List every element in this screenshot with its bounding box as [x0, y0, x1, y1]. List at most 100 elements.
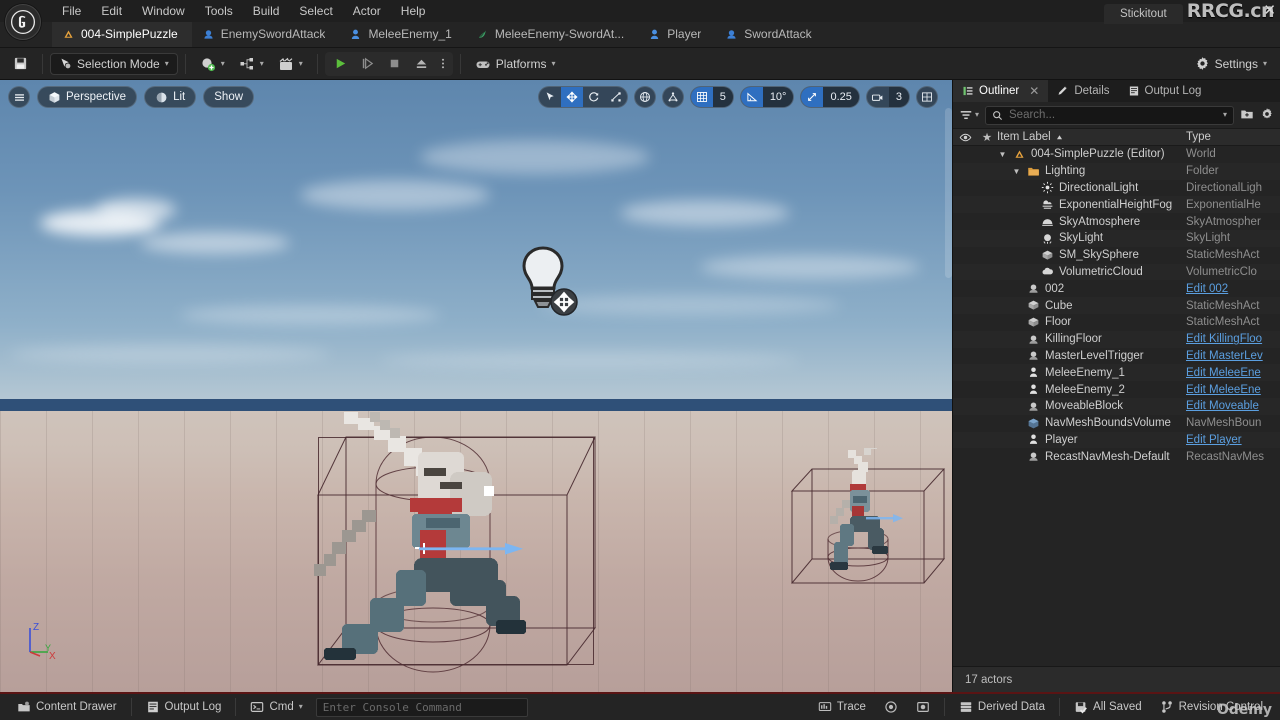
show-menu-button[interactable]: Show	[203, 86, 255, 108]
menu-window[interactable]: Window	[132, 1, 195, 21]
outliner-row-type[interactable]: Edit Player	[1186, 434, 1280, 446]
menu-help[interactable]: Help	[391, 1, 436, 21]
outliner-row[interactable]: RecastNavMesh-Default RecastNavMes	[953, 448, 1280, 465]
status-output-log-button[interactable]: Output Log	[137, 696, 231, 718]
derived-data-button[interactable]: Derived Data	[950, 696, 1054, 718]
outliner-row[interactable]: ▼ 004-SimplePuzzle (Editor) World	[953, 146, 1280, 163]
camera-speed-toggle[interactable]	[867, 87, 889, 107]
outliner-row-type[interactable]: Edit MeleeEne	[1186, 367, 1280, 379]
tab-outliner[interactable]: Outliner ✕	[953, 80, 1049, 102]
outliner-row[interactable]: DirectionalLight DirectionalLigh	[953, 180, 1280, 197]
unreal-engine-logo-icon[interactable]	[5, 4, 41, 40]
scale-snap-toggle[interactable]	[801, 87, 824, 107]
outliner-row[interactable]: ExponentialHeightFog ExponentialHe	[953, 196, 1280, 214]
eject-button[interactable]	[408, 52, 435, 76]
outliner-row[interactable]: MasterLevelTrigger Edit MasterLev	[953, 348, 1280, 365]
rotate-tool-button[interactable]	[583, 87, 605, 107]
tab-player[interactable]: Player	[638, 21, 715, 47]
tab-output-log[interactable]: Output Log	[1119, 80, 1211, 102]
twisty-expanded-icon[interactable]: ▼	[997, 150, 1008, 159]
play-more-options-button[interactable]	[435, 52, 451, 76]
skip-button[interactable]	[354, 52, 381, 76]
add-actor-button[interactable]: ▾	[193, 52, 232, 76]
platforms-button[interactable]: Platforms ▾	[468, 52, 563, 76]
content-drawer-button[interactable]: Content Drawer	[8, 696, 126, 718]
chevron-down-icon[interactable]: ▾	[1223, 111, 1227, 119]
grid-snap-toggle[interactable]	[690, 87, 713, 107]
surface-snapping-button[interactable]	[661, 86, 684, 108]
level-viewport[interactable]: Perspective Lit Show 5 10° 0.25 3 Z Y X	[0, 80, 952, 692]
outliner-row-type[interactable]: Edit MeleeEne	[1186, 384, 1280, 396]
viewport-layout-button[interactable]	[916, 86, 938, 108]
outliner-row[interactable]: MeleeEnemy_2 Edit MeleeEne	[953, 381, 1280, 398]
outliner-tree[interactable]: ▼ 004-SimplePuzzle (Editor) World ▼ Ligh…	[953, 146, 1280, 666]
console-command-box[interactable]	[315, 697, 528, 717]
visibility-column-header[interactable]	[953, 131, 977, 144]
selection-mode-button[interactable]: Selection Mode ▾	[50, 52, 178, 75]
outliner-row[interactable]: NavMeshBoundsVolume NavMeshBoun	[953, 415, 1280, 432]
outliner-row-type[interactable]: Edit 002	[1186, 283, 1280, 295]
outliner-row[interactable]: MoveableBlock Edit Moveable	[953, 397, 1280, 415]
type-column-header[interactable]: Type	[1186, 131, 1280, 143]
console-command-input[interactable]	[322, 700, 521, 714]
search-box[interactable]: ▾	[985, 105, 1234, 125]
select-tool-button[interactable]	[539, 87, 561, 107]
camera-speed-value[interactable]: 3	[888, 87, 909, 107]
tab-enemyswordattack[interactable]: EnemySwordAttack	[192, 21, 340, 47]
tab-details[interactable]: Details	[1048, 80, 1118, 102]
scale-tool-button[interactable]	[605, 87, 627, 107]
filter-button[interactable]: ▾	[959, 108, 979, 122]
outliner-row[interactable]: KillingFloor Edit KillingFloo	[953, 330, 1280, 348]
outliner-row-type[interactable]: Edit KillingFloo	[1186, 333, 1280, 345]
outliner-row-type[interactable]: Edit MasterLev	[1186, 350, 1280, 362]
angle-snap-value[interactable]: 10°	[762, 87, 794, 107]
new-folder-button[interactable]	[1240, 107, 1254, 124]
close-icon[interactable]: ✕	[1263, 1, 1276, 19]
menu-edit[interactable]: Edit	[91, 1, 132, 21]
item-label-column-header[interactable]: Item Label	[997, 131, 1186, 143]
blueprints-button[interactable]: ▾	[232, 52, 271, 76]
close-icon[interactable]: ✕	[1029, 84, 1039, 98]
light-bulb-sprite-icon[interactable]	[513, 242, 579, 323]
settings-button[interactable]: Settings ▾	[1188, 52, 1274, 76]
menu-actor[interactable]: Actor	[343, 1, 391, 21]
outliner-row[interactable]: SkyAtmosphere SkyAtmospher	[953, 213, 1280, 230]
twisty-expanded-icon[interactable]: ▼	[1011, 167, 1022, 176]
outliner-row[interactable]: Cube StaticMeshAct	[953, 297, 1280, 314]
outliner-row[interactable]: 002 Edit 002	[953, 280, 1280, 297]
outliner-settings-button[interactable]	[1260, 107, 1274, 124]
scale-snap-value[interactable]: 0.25	[823, 87, 859, 107]
tab-meleeenemy-swordattack[interactable]: MeleeEnemy-SwordAt...	[466, 21, 638, 47]
menu-file[interactable]: File	[52, 1, 91, 21]
coordinate-system-button[interactable]	[633, 86, 656, 108]
tab-swordattack[interactable]: SwordAttack	[715, 21, 825, 47]
outliner-row[interactable]: SM_SkySphere StaticMeshAct	[953, 247, 1280, 264]
stickitout-tab[interactable]: Stickitout	[1104, 4, 1183, 24]
outliner-row[interactable]: ▼ Lighting Folder	[953, 162, 1280, 180]
perspective-button[interactable]: Perspective	[37, 86, 138, 108]
outliner-row-type[interactable]: Edit Moveable	[1186, 400, 1280, 412]
save-button[interactable]	[6, 52, 35, 76]
grid-snap-value[interactable]: 5	[712, 87, 733, 107]
search-input[interactable]	[1009, 109, 1217, 121]
outliner-row[interactable]: MeleeEnemy_1 Edit MeleeEne	[953, 364, 1280, 382]
viewport-menu-button[interactable]	[8, 86, 30, 108]
angle-snap-toggle[interactable]	[740, 87, 763, 107]
cmd-dropdown-button[interactable]: Cmd ▾	[241, 696, 311, 718]
translate-gizmo[interactable]	[415, 535, 535, 565]
outliner-row[interactable]: VolumetricCloud VolumetricClo	[953, 263, 1280, 281]
tab-meleeenemy-1[interactable]: MeleeEnemy_1	[339, 21, 465, 47]
outliner-row[interactable]: Floor StaticMeshAct	[953, 314, 1280, 331]
menu-tools[interactable]: Tools	[195, 1, 243, 21]
stop-button[interactable]	[381, 52, 408, 76]
pinned-column-header[interactable]: ★	[977, 130, 997, 144]
trace-snapshot-button[interactable]	[907, 696, 939, 718]
all-saved-button[interactable]: All Saved	[1065, 696, 1151, 718]
menu-build[interactable]: Build	[243, 1, 290, 21]
trace-record-button[interactable]	[875, 696, 907, 718]
trace-button[interactable]: Trace	[809, 696, 875, 718]
tab-004-simplepuzzle[interactable]: 004-SimplePuzzle	[52, 21, 192, 47]
cinematics-button[interactable]: ▾	[271, 52, 310, 76]
play-button[interactable]	[327, 52, 354, 76]
menu-select[interactable]: Select	[289, 1, 342, 21]
